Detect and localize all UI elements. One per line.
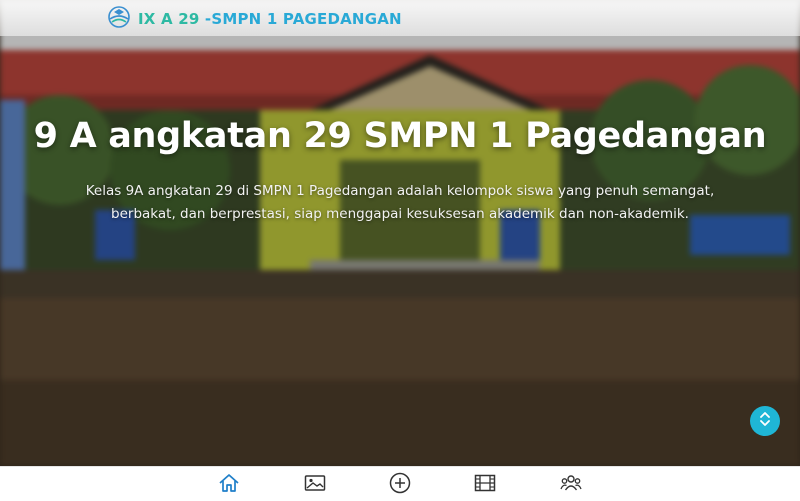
- bottom-navigation: [0, 466, 800, 501]
- nav-members-button[interactable]: [560, 474, 582, 496]
- hero-section: [0, 0, 800, 466]
- brand-name: IX A 29 -SMPN 1 PAGEDANGAN: [138, 10, 402, 28]
- brand-link[interactable]: IX A 29 -SMPN 1 PAGEDANGAN: [106, 5, 402, 33]
- top-header: IX A 29 -SMPN 1 PAGEDANGAN: [0, 0, 800, 36]
- hero-description: Kelas 9A angkatan 29 di SMPN 1 Pagedanga…: [85, 183, 715, 222]
- nav-home-button[interactable]: [218, 474, 240, 496]
- home-icon: [218, 473, 240, 497]
- add-circle-icon: [389, 472, 411, 498]
- chevron-up-down-icon: [758, 410, 772, 432]
- nav-add-button[interactable]: [389, 472, 411, 498]
- scroll-toggle-button[interactable]: [750, 406, 780, 436]
- film-icon: [474, 474, 496, 496]
- hero-overlay: [0, 0, 800, 466]
- nav-gallery-button[interactable]: [304, 474, 326, 496]
- hero-title: 9 A angkatan 29 SMPN 1 Pagedangan: [33, 116, 767, 156]
- book-graduation-logo-icon: [106, 5, 132, 33]
- brand-name-part2: -SMPN 1 PAGEDANGAN: [199, 10, 402, 28]
- image-icon: [304, 474, 326, 496]
- group-icon: [560, 473, 582, 497]
- brand-name-part1: IX A 29: [138, 10, 200, 28]
- nav-video-button[interactable]: [474, 474, 496, 496]
